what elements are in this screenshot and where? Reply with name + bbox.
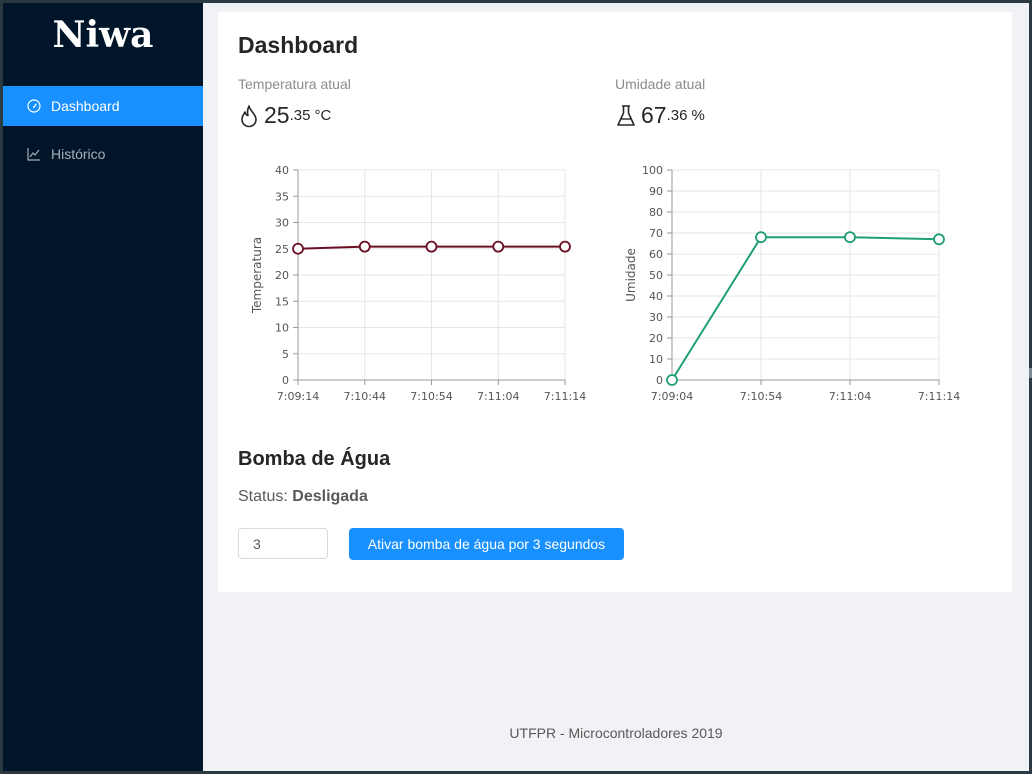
y-tick-label: 25 (275, 243, 289, 256)
y-tick-label: 10 (275, 322, 289, 335)
y-axis-label: Temperatura (250, 237, 264, 314)
temperature-dec: .35 (289, 107, 311, 124)
data-point[interactable] (492, 240, 505, 253)
y-tick-label: 100 (642, 164, 663, 177)
data-point[interactable] (755, 231, 767, 244)
page-title: Dashboard (238, 32, 359, 58)
pump-status: Status: Desligada (238, 488, 368, 506)
y-tick-label: 30 (275, 217, 289, 230)
data-point[interactable] (358, 240, 371, 253)
humidity-unit: % (691, 107, 705, 124)
sidebar-menu: Dashboard Histórico (3, 86, 203, 174)
app-frame: Niwa Dashboard Histórico Dashboard Tempe… (3, 3, 1029, 771)
data-point[interactable] (933, 233, 945, 246)
sidebar-item-historico[interactable]: Histórico (3, 134, 203, 174)
x-tick-label: 7:09:14 (277, 390, 319, 403)
x-tick-label: 7:10:54 (410, 390, 452, 403)
y-tick-label: 35 (275, 190, 289, 203)
temperature-label: Temperatura atual (238, 76, 351, 92)
line-chart-icon (27, 147, 41, 161)
x-tick-label: 7:11:14 (918, 390, 960, 403)
flask-icon (615, 104, 637, 128)
y-tick-label: 10 (649, 353, 663, 366)
data-point[interactable] (292, 242, 304, 255)
flame-icon (238, 104, 260, 128)
data-point[interactable] (559, 240, 571, 253)
dashboard-card: Dashboard Temperatura atual 25.35 °C Umid… (218, 12, 1012, 592)
y-tick-label: 60 (649, 248, 663, 261)
x-tick-label: 7:11:14 (544, 390, 586, 403)
y-tick-label: 20 (649, 332, 663, 345)
temperature-stat: Temperatura atual 25.35 °C (238, 76, 351, 129)
temperature-unit: °C (314, 107, 332, 124)
brand-logo: Niwa (52, 14, 154, 56)
humidity-int: 67 (641, 102, 667, 128)
sidebar: Niwa Dashboard Histórico (3, 3, 203, 771)
y-tick-label: 20 (275, 269, 289, 282)
sidebar-item-label: Histórico (51, 146, 106, 162)
y-tick-label: 5 (282, 348, 289, 361)
footer: UTFPR - Microcontroladores 2019 (509, 725, 723, 741)
data-point[interactable] (666, 374, 678, 386)
data-point[interactable] (844, 231, 856, 244)
dashboard-icon (27, 99, 41, 113)
humidity-dec: .36 (666, 107, 688, 124)
y-tick-label: 0 (656, 374, 663, 387)
status-value: Desligada (292, 488, 368, 505)
status-label: Status: (238, 488, 288, 505)
y-tick-label: 40 (649, 290, 663, 303)
y-tick-label: 70 (649, 227, 663, 240)
temperature-int: 25 (264, 102, 290, 128)
temperature-value: 25.35 °C (238, 102, 351, 129)
temperature-chart: 0 5 10 15 20 25 30 35 40 7:09:14 7:10:44 7:10:54 7:1… (238, 152, 598, 417)
y-tick-label: 30 (649, 311, 663, 324)
humidity-label: Umidade atual (615, 76, 706, 92)
x-tick-label: 7:10:54 (740, 390, 782, 403)
y-tick-label: 0 (282, 374, 289, 387)
humidity-value: 67.36% (615, 102, 705, 129)
x-tick-label: 7:10:44 (344, 390, 386, 403)
data-point[interactable] (425, 240, 438, 253)
y-tick-label: 50 (649, 269, 663, 282)
y-axis-label: Umidade (624, 248, 638, 302)
humidity-stat: Umidade atual 67.36% (615, 76, 705, 129)
stats-row: Temperatura atual 25.35°C Umidade atual (238, 76, 992, 136)
main-content: Dashboard Temperatura atual 25.35 °C Umid… (203, 3, 1029, 771)
activate-pump-button[interactable]: Ativar bomba de água por 3 segundos (349, 528, 624, 560)
x-tick-label: 7:11:04 (829, 390, 871, 403)
temperature-chart-svg: 0 5 10 15 20 25 30 35 40 7:09:14 7:10:44 7:10:54 7:1… (250, 164, 586, 403)
sidebar-item-label: Dashboard (51, 98, 120, 114)
seconds-input[interactable] (238, 528, 328, 559)
y-tick-label: 80 (649, 206, 663, 219)
humidity-chart-svg: 0 10 20 30 40 50 60 70 80 90 100 7:09:04 7:10:54 7:11… (624, 164, 960, 403)
humidity-chart: 0 10 20 30 40 50 60 70 80 90 100 7:09:04 7:10:54 7:11… (615, 152, 975, 417)
x-tick-label: 7:09:04 (651, 390, 693, 403)
sidebar-item-dashboard[interactable]: Dashboard (3, 86, 203, 126)
y-tick-label: 15 (275, 295, 289, 308)
pump-title: Bomba de Água (238, 448, 391, 470)
y-tick-label: 90 (649, 185, 663, 198)
x-tick-label: 7:11:04 (477, 390, 519, 403)
y-tick-label: 40 (275, 164, 289, 177)
